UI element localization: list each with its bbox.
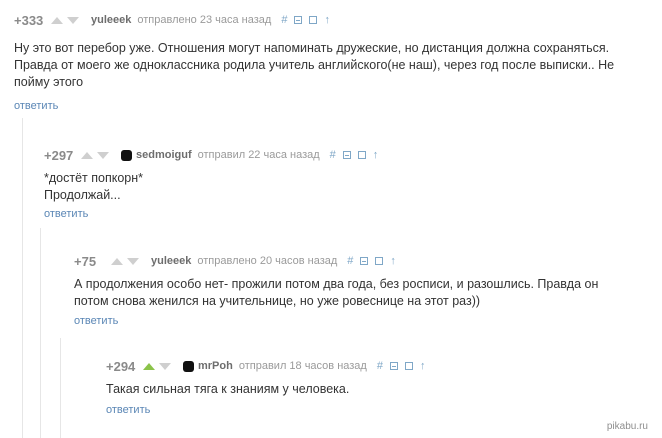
parent-arrow-icon[interactable]: ↑ [324, 14, 330, 26]
comment-text: Продолжай... [44, 188, 121, 202]
comment-header: +333 yuleeek отправлено 23 часа назад # … [14, 11, 337, 29]
comment-rating: +333 [14, 12, 44, 28]
comment-author[interactable]: mrPoh [198, 360, 233, 372]
parent-arrow-icon[interactable]: ↑ [420, 360, 426, 372]
upvote-icon[interactable] [51, 16, 63, 24]
comment-header: +75 yuleeek отправлено 20 часов назад # … [74, 252, 403, 270]
downvote-icon[interactable] [127, 257, 139, 265]
reply-link[interactable]: ответить [14, 100, 58, 112]
hash-link-icon[interactable]: # [347, 255, 353, 267]
parent-arrow-icon[interactable]: ↑ [390, 255, 396, 267]
save-icon[interactable] [309, 16, 318, 24]
upvote-icon[interactable] [143, 362, 155, 370]
hash-link-icon[interactable]: # [281, 14, 287, 26]
reply-link[interactable]: ответить [74, 315, 118, 327]
comment-time: отправил 22 часа назад [197, 149, 320, 161]
downvote-icon[interactable] [159, 362, 171, 370]
downvote-icon[interactable] [67, 16, 79, 24]
thread-line [22, 118, 23, 438]
site-watermark: pikabu.ru [606, 421, 648, 432]
upvote-icon[interactable] [81, 151, 93, 159]
thread-line [60, 338, 61, 438]
collapse-icon[interactable] [389, 362, 398, 370]
collapse-icon[interactable] [294, 16, 303, 24]
comment-header: +294 mrPoh отправил 18 часов назад # ↑ [106, 357, 432, 375]
save-icon[interactable] [404, 362, 413, 370]
save-icon[interactable] [375, 257, 384, 265]
comment-time: отправлено 23 часа назад [137, 14, 272, 26]
comment-text: *достёт попкорн* [44, 171, 144, 185]
hash-link-icon[interactable]: # [377, 360, 383, 372]
comment-author[interactable]: yuleeek [151, 255, 191, 267]
comment-rating: +297 [44, 147, 74, 163]
downvote-icon[interactable] [97, 151, 109, 159]
comment-rating: +75 [74, 253, 97, 269]
collapse-icon[interactable] [342, 151, 351, 159]
comment-rating: +294 [106, 358, 136, 374]
comment-time: отправлено 20 часов назад [197, 255, 338, 267]
reply-link[interactable]: ответить [44, 208, 88, 220]
comment-author[interactable]: sedmoiguf [136, 149, 192, 161]
reply-link[interactable]: ответить [106, 404, 150, 416]
comment-time: отправил 18 часов назад [238, 360, 367, 372]
hash-link-icon[interactable]: # [330, 149, 336, 161]
comment-author[interactable]: yuleeek [91, 14, 131, 26]
comment-text: Такая сильная тяга к знаниям у человека. [106, 382, 350, 396]
save-icon[interactable] [357, 151, 366, 159]
avatar[interactable] [121, 149, 132, 161]
comment-text: А продолжения особо нет- прожили потом д… [74, 277, 599, 308]
thread-line [40, 228, 41, 438]
comment-header: +297 sedmoiguf отправил 22 часа назад # … [44, 146, 385, 164]
avatar[interactable] [183, 360, 194, 372]
upvote-icon[interactable] [111, 257, 123, 265]
collapse-icon[interactable] [360, 257, 369, 265]
comment-text: Ну это вот перебор уже. Отношения могут … [14, 41, 615, 89]
parent-arrow-icon[interactable]: ↑ [373, 149, 379, 161]
